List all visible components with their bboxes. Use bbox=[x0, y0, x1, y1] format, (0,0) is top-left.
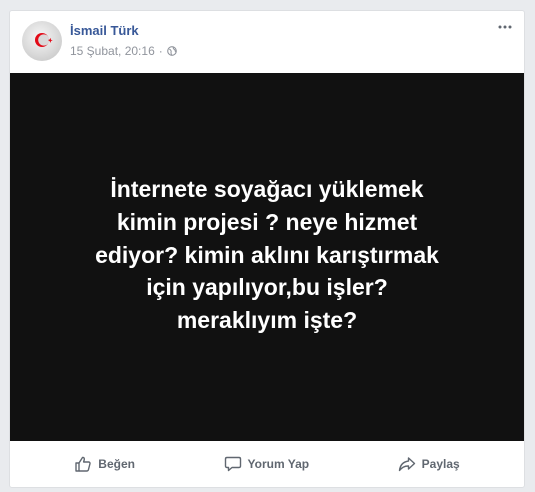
post-image[interactable]: İnternete soyağacı yüklemek kimin projes… bbox=[10, 73, 524, 441]
share-arrow-icon bbox=[398, 457, 415, 472]
thumbs-up-icon bbox=[75, 456, 91, 472]
post-image-text: İnternete soyağacı yüklemek kimin projes… bbox=[95, 176, 439, 333]
like-label: Beğen bbox=[98, 457, 135, 471]
post-header: İsmail Türk 15 Şubat, 20:16 · bbox=[10, 11, 524, 73]
post-meta: 15 Şubat, 20:16 · bbox=[70, 44, 177, 58]
comment-bubble-icon bbox=[224, 456, 241, 472]
more-options-icon[interactable] bbox=[496, 21, 514, 35]
post-card: İsmail Türk 15 Şubat, 20:16 · İnternete … bbox=[9, 10, 525, 488]
comment-label: Yorum Yap bbox=[247, 457, 310, 471]
crescent-star-icon bbox=[35, 33, 53, 47]
post-actions: Beğen Yorum Yap Paylaş bbox=[10, 441, 524, 487]
share-button[interactable]: Paylaş bbox=[398, 455, 460, 473]
comment-button[interactable]: Yorum Yap bbox=[224, 455, 310, 473]
like-button[interactable]: Beğen bbox=[74, 455, 135, 473]
meta-separator: · bbox=[158, 44, 163, 58]
globe-icon[interactable] bbox=[166, 46, 177, 56]
share-label: Paylaş bbox=[421, 457, 460, 471]
author-avatar[interactable] bbox=[22, 21, 62, 61]
author-name[interactable]: İsmail Türk bbox=[70, 23, 139, 38]
post-timestamp[interactable]: 15 Şubat, 20:16 bbox=[70, 44, 155, 58]
